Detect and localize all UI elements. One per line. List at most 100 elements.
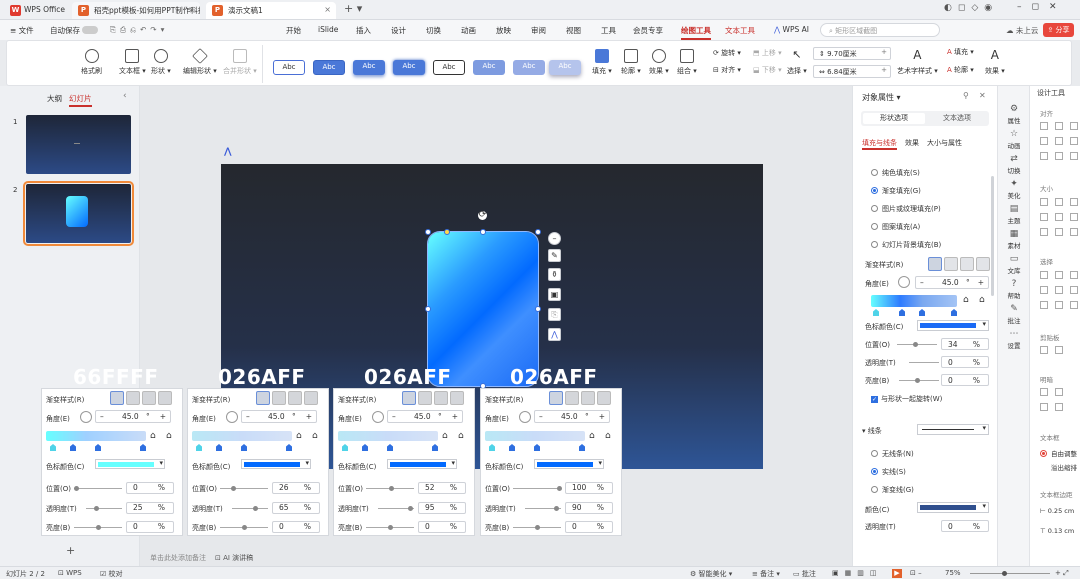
angle-input[interactable]: –45.0 ° +: [387, 410, 463, 423]
text-outline-button[interactable]: A 轮廓 ▾: [947, 65, 974, 75]
text-fill-button[interactable]: A 填充 ▾: [947, 47, 974, 57]
transparency-input[interactable]: 65%: [272, 502, 320, 514]
outline-style-icon[interactable]: ▣: [548, 288, 561, 301]
brightness-slider[interactable]: [220, 525, 268, 530]
gradient-bar[interactable]: [46, 431, 146, 441]
tab-wps-office[interactable]: W WPS Office: [4, 2, 70, 19]
wps-ai-icon[interactable]: ⋀: [548, 328, 561, 341]
transparency-slider[interactable]: [232, 506, 268, 511]
close-icon[interactable]: ✕: [979, 91, 986, 100]
window-tools-icon[interactable]: ◐◻◇◉: [944, 3, 998, 13]
radio-background-fill[interactable]: 幻灯片背景填充(B): [871, 240, 941, 250]
position-slider[interactable]: [366, 486, 414, 491]
brightness-input[interactable]: 0%: [126, 521, 174, 533]
gradient-stop[interactable]: [286, 444, 292, 451]
corner-radius-handle[interactable]: [444, 229, 450, 235]
brightness-input[interactable]: 0%: [272, 521, 320, 533]
stop-color-picker[interactable]: ▾: [95, 459, 165, 469]
position-slider[interactable]: [513, 486, 562, 491]
sidebar-item-2[interactable]: ⇄ 切换: [998, 154, 1030, 175]
brightness-input[interactable]: 0%: [418, 521, 466, 533]
tool-grid-icon[interactable]: [1070, 213, 1078, 221]
pin-icon[interactable]: ⚲: [963, 91, 969, 100]
window-controls-icon[interactable]: –◻✕: [1017, 2, 1067, 12]
radial-gradient-preset[interactable]: [565, 391, 579, 405]
angle-input[interactable]: –45.0 ° +: [915, 276, 989, 289]
remove-stop-icon[interactable]: ⌂: [166, 431, 172, 441]
tab-outline[interactable]: 大纲: [47, 93, 62, 104]
slider-knob[interactable]: [253, 506, 258, 511]
slider-knob[interactable]: [74, 486, 79, 491]
menu-view[interactable]: 视图: [566, 25, 581, 36]
menu-islide[interactable]: iSlide: [318, 25, 338, 34]
menu-transition[interactable]: 切换: [426, 25, 441, 36]
gradient-bar[interactable]: [485, 431, 585, 441]
tool-grid-icon[interactable]: [1040, 346, 1048, 354]
rotate-button[interactable]: ⟳ 旋转 ▾: [713, 48, 741, 58]
resize-handle[interactable]: [425, 229, 431, 235]
tab-effect[interactable]: 效果: [905, 138, 919, 148]
angle-dial-icon[interactable]: [80, 411, 92, 423]
menu-tools[interactable]: 工具: [601, 25, 616, 36]
close-icon[interactable]: ×: [188, 5, 195, 14]
position-input[interactable]: 0%: [126, 482, 174, 494]
brightness-input[interactable]: 0%: [565, 521, 613, 533]
fill-button[interactable]: 填充 ▾: [592, 49, 612, 76]
notes-placeholder[interactable]: 单击此处添加备注: [150, 553, 206, 563]
angle-dial-icon[interactable]: [519, 411, 531, 423]
cloud-status[interactable]: ☁ 未上云: [1006, 25, 1038, 36]
radio-pattern-fill[interactable]: 图案填充(A): [871, 222, 920, 232]
align-button[interactable]: ⊟ 对齐 ▾: [713, 65, 741, 75]
path-gradient-preset[interactable]: [304, 391, 318, 405]
autosave-toggle[interactable]: 自动保存: [50, 25, 99, 36]
angle-input[interactable]: –45.0 ° +: [95, 410, 171, 423]
gradient-stop[interactable]: [50, 444, 56, 451]
share-button[interactable]: ⇪ 分享: [1043, 23, 1074, 37]
menu-insert[interactable]: 插入: [356, 25, 371, 36]
menu-drawing-tools[interactable]: 绘图工具: [681, 25, 711, 40]
send-backward-button[interactable]: ⬓ 下移 ▾: [753, 65, 782, 75]
collapse-icon[interactable]: –: [548, 232, 561, 245]
sidebar-item-8[interactable]: ✎ 批注: [998, 304, 1030, 325]
stop-color-picker[interactable]: ▾: [241, 459, 311, 469]
comment-toggle[interactable]: ▭ 批注: [793, 569, 816, 579]
transparency-slider[interactable]: [909, 362, 939, 363]
slider-knob[interactable]: [557, 486, 562, 491]
slide-thumbnail-2[interactable]: [23, 181, 134, 246]
angle-dial-icon[interactable]: [372, 411, 384, 423]
panel-title[interactable]: 对象属性 ▾: [862, 92, 901, 103]
tab-presentation1[interactable]: P 演示文稿1 ×: [206, 2, 336, 19]
linear-gradient-preset[interactable]: [549, 391, 563, 405]
position-input[interactable]: 26%: [272, 482, 320, 494]
tool-grid-icon[interactable]: [1070, 198, 1078, 206]
zoom-out-icon[interactable]: ⊡ –: [910, 569, 922, 577]
resize-handle[interactable]: [535, 306, 541, 312]
brightness-input[interactable]: 0%: [941, 374, 989, 386]
radial-gradient-preset[interactable]: [418, 391, 432, 405]
sidebar-item-7[interactable]: ? 帮助: [998, 279, 1030, 300]
format-painter-button[interactable]: 格式刷: [81, 49, 102, 76]
wps-status[interactable]: ⊡ WPS: [58, 569, 82, 577]
remove-stop-icon[interactable]: ⌂: [605, 431, 611, 441]
quick-access-icons[interactable]: ⎘⎙⎌↶↷▾: [110, 25, 168, 35]
merge-shape-button[interactable]: 合并形状 ▾: [223, 49, 257, 76]
remove-stop-icon[interactable]: ⌂: [312, 431, 318, 441]
tab-shape-options[interactable]: 形状选项: [863, 113, 925, 124]
stop-color-picker[interactable]: ▾: [387, 459, 457, 469]
add-stop-icon[interactable]: ⌂: [589, 431, 595, 441]
menu-file[interactable]: ≡ 文件: [10, 25, 34, 36]
remove-stop-icon[interactable]: ⌂: [979, 295, 985, 305]
tab-template-doc[interactable]: P 稻壳ppt模板-如何用PPT制作科技感 ×: [72, 2, 200, 19]
path-gradient-preset[interactable]: [450, 391, 464, 405]
collapse-panel-icon[interactable]: ‹: [123, 91, 127, 101]
slider-knob[interactable]: [408, 506, 413, 511]
remove-stop-icon[interactable]: ⌂: [458, 431, 464, 441]
position-input[interactable]: 34%: [941, 338, 989, 350]
tool-grid-icon[interactable]: [1055, 122, 1063, 130]
radio-gradient-line[interactable]: 渐变线(G): [871, 485, 914, 495]
gradient-stop[interactable]: [489, 444, 495, 451]
shape-button[interactable]: 形状 ▾: [151, 49, 171, 76]
bring-forward-button[interactable]: ⬒ 上移 ▾: [753, 48, 782, 58]
margin-top-input[interactable]: ⊤ 0.13 cm: [1040, 527, 1074, 535]
ai-notes-button[interactable]: ⊡ AI 演讲稿: [215, 553, 253, 563]
